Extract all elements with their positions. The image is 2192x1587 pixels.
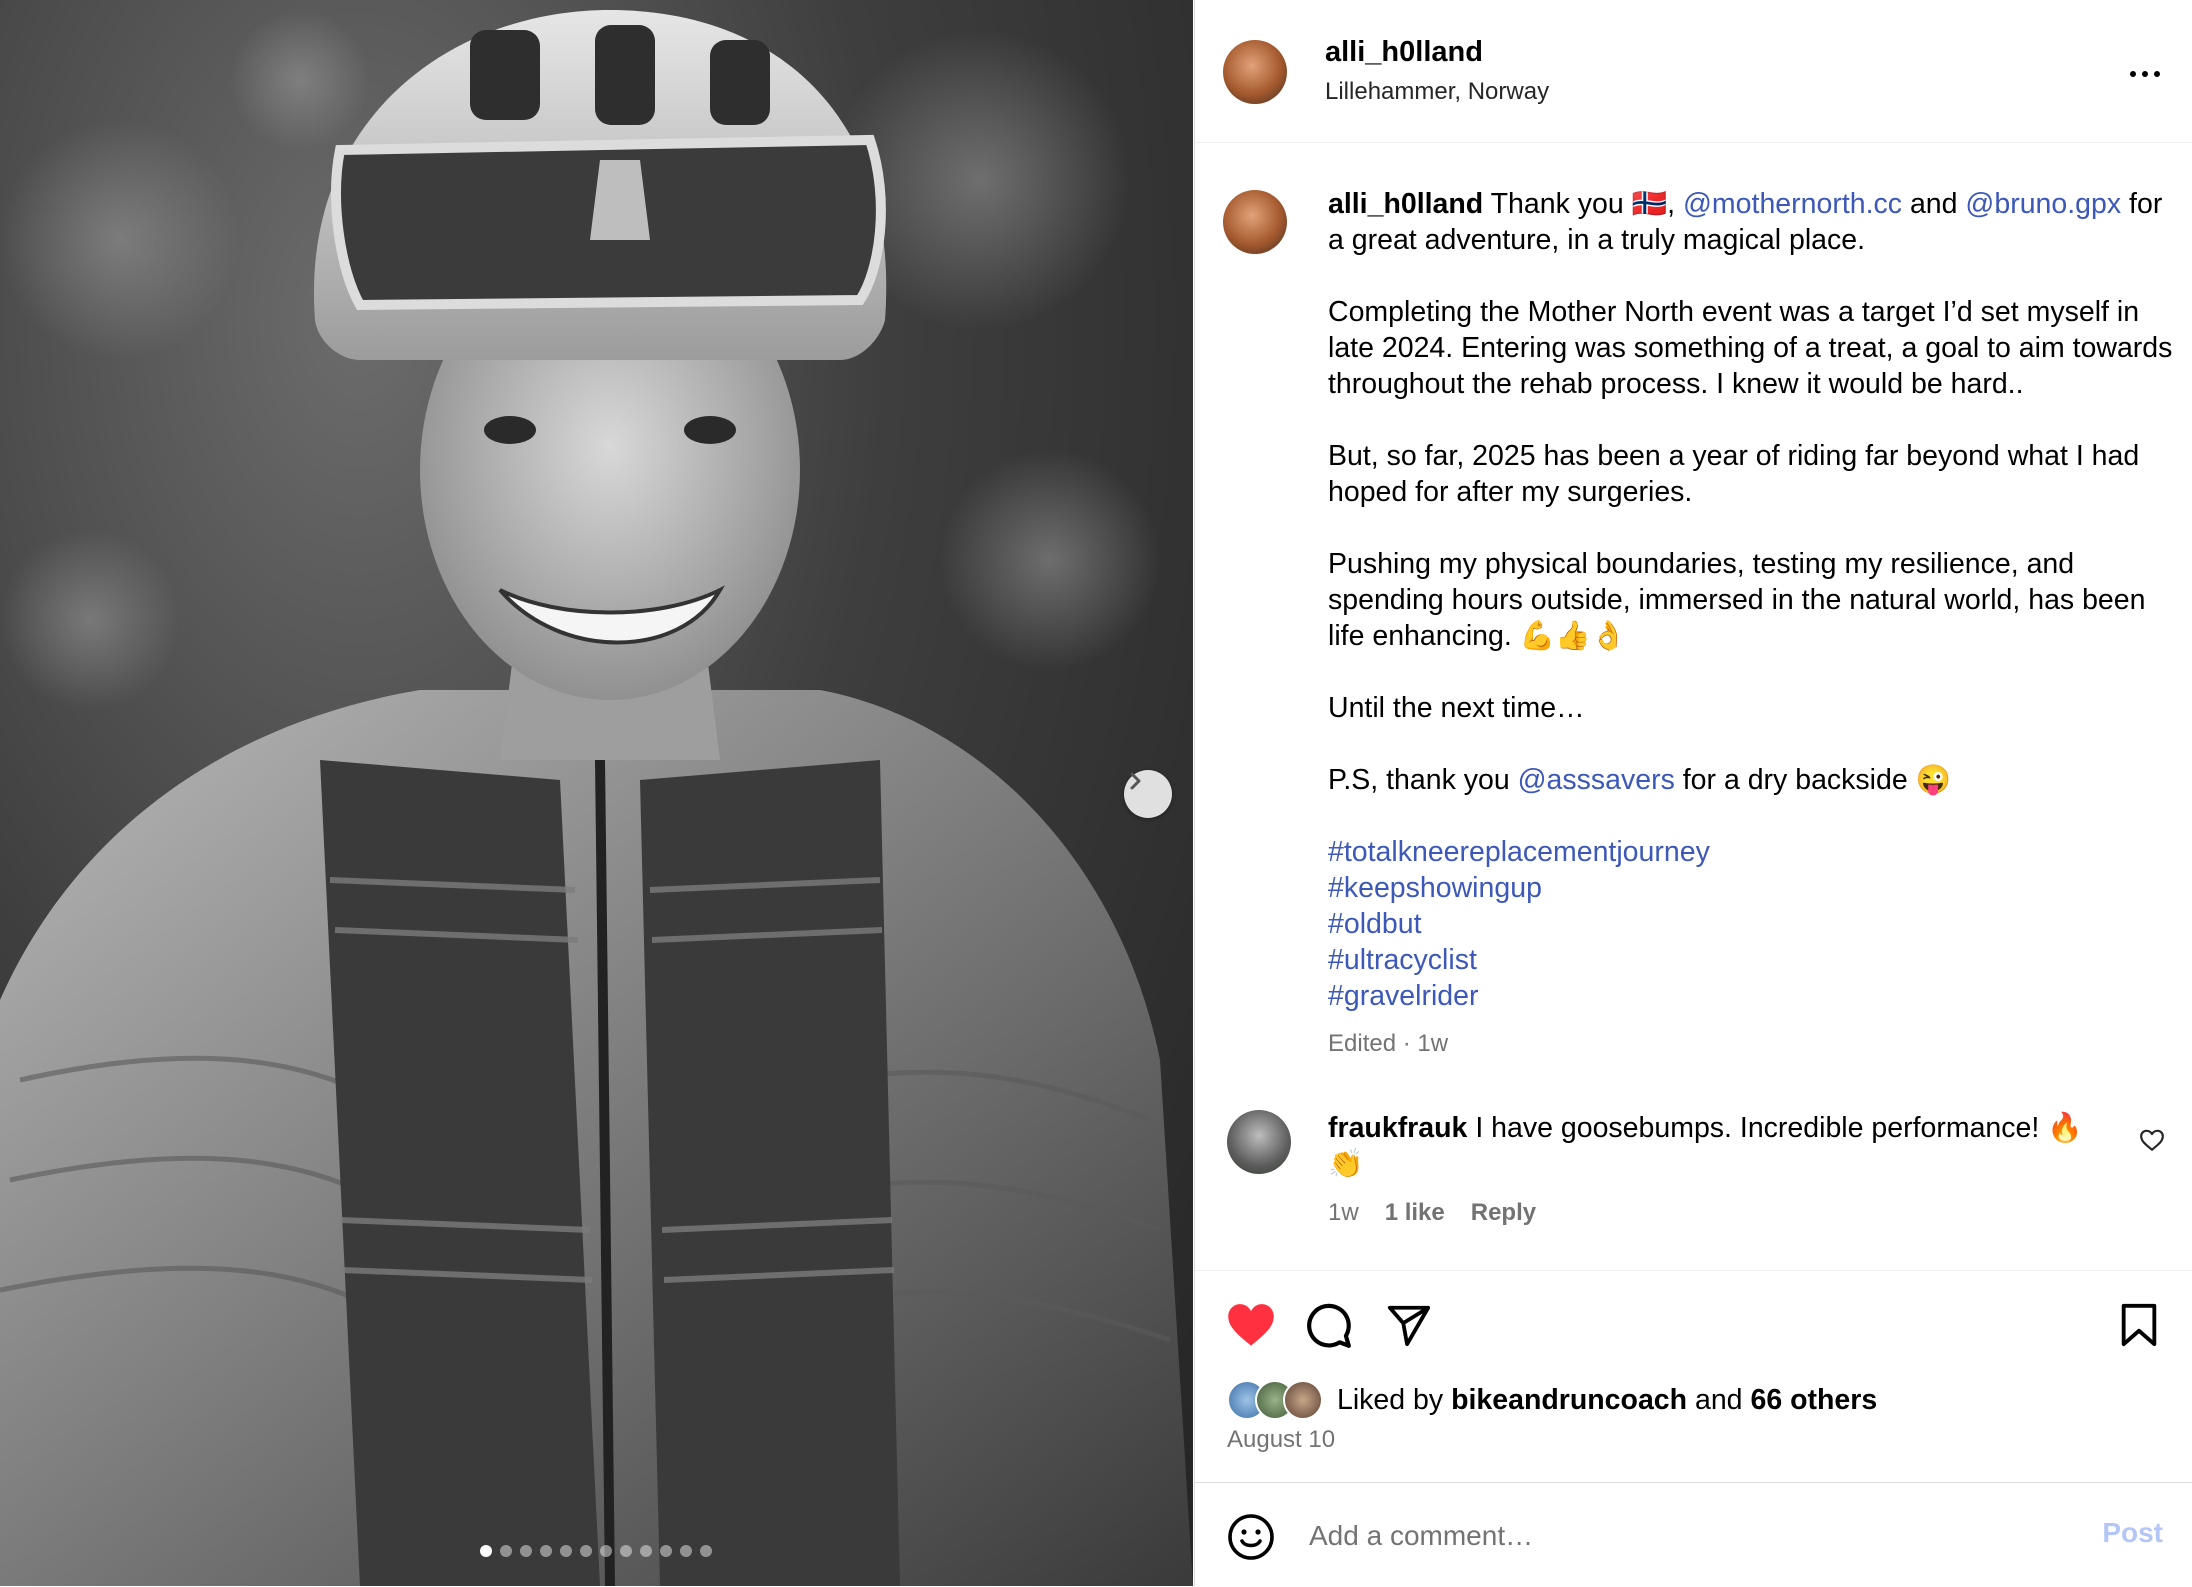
comment-text: I have goosebumps. Incredible performanc… [1475, 1112, 2040, 1144]
caption-paragraph: alli_h0lland Thank you 🇳🇴, @mothernorth.… [1328, 186, 2173, 258]
carousel-dot [540, 1545, 552, 1557]
caption-text: Pushing my physical boundaries, testing … [1328, 548, 2146, 652]
caption-text: for a dry backside [1682, 764, 1908, 796]
more-dot [2154, 71, 2160, 77]
mention-link[interactable]: @bruno.gpx [1965, 188, 2121, 220]
more-options-button[interactable] [2119, 54, 2171, 94]
photo-illustration [0, 10, 1193, 1586]
carousel-dot [500, 1545, 512, 1557]
post-location[interactable]: Lillehammer, Norway [1325, 78, 1549, 106]
post-panel: alli_h0lland Lillehammer, Norway alli_h0… [1194, 0, 2192, 1586]
share-icon[interactable] [1385, 1302, 1433, 1348]
carousel-dot [480, 1545, 492, 1557]
carousel-dot [600, 1545, 612, 1557]
likes-summary[interactable]: Liked by bikeandruncoach and 66 others [1227, 1380, 1877, 1420]
carousel-dot [700, 1545, 712, 1557]
caption-text: , [1667, 188, 1676, 220]
carousel-dot [520, 1545, 532, 1557]
comment-actions: 1w 1 like Reply [1328, 1199, 1536, 1227]
add-comment-bar: Post [1195, 1482, 2192, 1587]
post-header: alli_h0lland Lillehammer, Norway [1195, 0, 2192, 143]
comment-like-heart-icon[interactable] [2139, 1128, 2165, 1152]
caption-paragraph: Completing the Mother North event was a … [1328, 296, 2173, 400]
next-slide-button[interactable] [1124, 770, 1172, 818]
hashtag-link[interactable]: #gravelrider [1328, 978, 2173, 1014]
liker-username[interactable]: bikeandruncoach [1451, 1384, 1687, 1417]
hashtag-link[interactable]: #keepshowingup [1328, 870, 2173, 906]
like-heart-icon[interactable] [1225, 1300, 1277, 1348]
commenter-avatar[interactable] [1227, 1110, 1291, 1174]
comment-icon[interactable] [1303, 1300, 1353, 1350]
more-dot [2142, 71, 2148, 77]
comment-likes-count[interactable]: 1 like [1385, 1199, 1445, 1227]
hashtag-link[interactable]: #ultracyclist [1328, 942, 2173, 978]
caption-paragraph: Until the next time… [1328, 692, 1585, 724]
mention-link[interactable]: @asssavers [1518, 764, 1675, 796]
bookmark-icon[interactable] [2119, 1302, 2159, 1348]
others-count[interactable]: 66 others [1750, 1384, 1877, 1417]
caption-text: and [1909, 188, 1958, 220]
caption-paragraph: Pushing my physical boundaries, testing … [1328, 546, 2173, 654]
caption-meta: Edited · 1w [1328, 1026, 2173, 1062]
carousel-indicator [480, 1545, 712, 1557]
post-comment-button[interactable]: Post [2102, 1517, 2163, 1549]
caption-paragraph: P.S, thank you @asssavers for a dry back… [1328, 762, 2173, 798]
liker-avatar [1283, 1380, 1323, 1420]
post-caption: alli_h0lland Thank you 🇳🇴, @mothernorth.… [1328, 186, 2173, 1062]
carousel-dot [680, 1545, 692, 1557]
caption-text: Thank you [1490, 188, 1624, 220]
reply-button[interactable]: Reply [1471, 1199, 1536, 1227]
caption-author-username[interactable]: alli_h0lland [1328, 188, 1483, 220]
carousel-dot [660, 1545, 672, 1557]
caption-timestamp[interactable]: 1w [1417, 1030, 1448, 1057]
comment-timestamp[interactable]: 1w [1328, 1199, 1359, 1227]
more-dot [2130, 71, 2136, 77]
add-comment-input[interactable] [1307, 1511, 2011, 1561]
commenter-username[interactable]: fraukfrauk [1328, 1112, 1467, 1144]
post-photo[interactable] [0, 0, 1193, 1586]
caption-paragraph: But, so far, 2025 has been a year of rid… [1328, 440, 2140, 508]
comment: fraukfrauk I have goosebumps. Incredible… [1328, 1110, 2108, 1182]
separator: · [1402, 1030, 1411, 1057]
caption-text: P.S, thank you [1328, 764, 1510, 796]
caption-author-avatar[interactable] [1223, 190, 1287, 254]
emoji: 😜 [1915, 764, 1952, 796]
carousel-dot [640, 1545, 652, 1557]
chevron-right-icon [1130, 772, 1141, 790]
carousel-dot [560, 1545, 572, 1557]
author-avatar[interactable] [1223, 40, 1287, 104]
carousel-dot [620, 1545, 632, 1557]
carousel-dot [580, 1545, 592, 1557]
mention-link[interactable]: @mothernorth.cc [1683, 188, 1902, 220]
hashtag-link[interactable]: #oldbut [1328, 906, 2173, 942]
emoji: 💪👍👌 [1519, 620, 1627, 652]
hashtag-list: #totalkneereplacementjourney #keepshowin… [1328, 834, 2173, 1014]
flag-emoji: 🇳🇴 [1631, 188, 1668, 220]
liked-by-label: Liked by [1337, 1383, 1444, 1416]
hashtag-link[interactable]: #totalkneereplacementjourney [1328, 834, 2173, 870]
likes-and: and [1694, 1383, 1743, 1416]
divider [1195, 1270, 2192, 1271]
author-username[interactable]: alli_h0lland [1325, 36, 1483, 69]
emoji-picker-icon[interactable] [1227, 1513, 1275, 1561]
post-date[interactable]: August 10 [1227, 1426, 1335, 1454]
edited-label: Edited [1328, 1030, 1397, 1057]
